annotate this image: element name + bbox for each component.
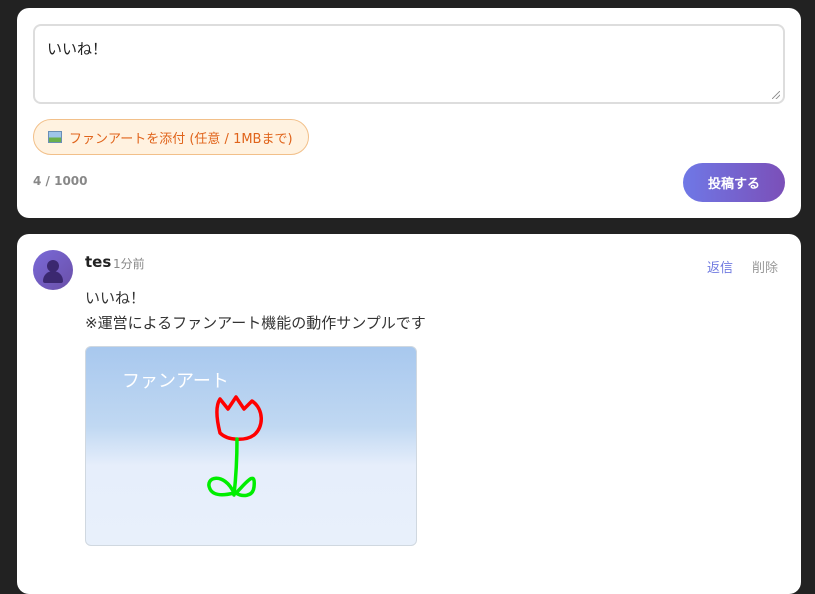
post-text-line: ※運営によるファンアート機能の動作サンプルです — [85, 314, 426, 332]
tulip-drawing — [207, 395, 263, 498]
image-icon — [48, 131, 62, 143]
character-counter: 4 / 1000 — [33, 174, 88, 188]
post-body: いいね！ ※運営によるファンアート機能の動作サンプルです — [85, 286, 426, 336]
fanart-image[interactable]: ファンアート — [85, 346, 417, 546]
reply-button[interactable]: 返信 — [707, 257, 733, 276]
submit-button[interactable]: 投稿する — [683, 163, 785, 202]
comment-post: tes 1分前 返信 削除 いいね！ ※運営によるファンアート機能の動作サンプル… — [17, 234, 801, 594]
tulip-leaf-right — [234, 476, 256, 498]
delete-button[interactable]: 削除 — [752, 257, 778, 276]
tulip-stem — [232, 437, 239, 497]
comment-textarea-value: いいね！ — [47, 40, 108, 58]
post-text-line: いいね！ — [85, 289, 146, 307]
comment-textarea[interactable]: いいね！ — [33, 24, 785, 104]
tulip-flower — [215, 395, 263, 441]
user-avatar-icon — [33, 250, 73, 290]
attach-fanart-label: ファンアートを添付 (任意 / 1MBまで) — [69, 131, 293, 147]
post-username: tes — [85, 253, 112, 271]
attach-fanart-button[interactable]: ファンアートを添付 (任意 / 1MBまで) — [33, 119, 309, 155]
comment-composer: いいね！ ファンアートを添付 (任意 / 1MBまで) 4 / 1000 投稿す… — [17, 8, 801, 218]
resize-handle[interactable] — [772, 91, 780, 99]
post-timestamp: 1分前 — [113, 257, 145, 271]
tulip-leaf-left — [207, 476, 236, 497]
